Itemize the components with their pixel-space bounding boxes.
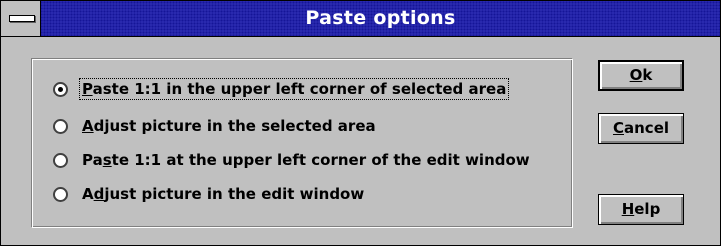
help-button[interactable]: Help [598,194,684,225]
system-menu-button[interactable] [1,1,41,36]
option-adjust-edit-window[interactable]: Adjust picture in the edit window [53,182,366,206]
ok-button[interactable]: Ok [598,60,684,91]
system-menu-icon [9,15,35,22]
option-paste-upper-left-edit-window[interactable]: Paste 1:1 at the upper left corner of th… [53,148,532,172]
option-label: Paste 1:1 in the upper left corner of se… [78,78,510,100]
radio-adjust-selected-area[interactable] [53,118,68,134]
paste-options-dialog: Paste options Paste 1:1 in the upper lef… [0,0,721,246]
option-label: Adjust picture in the edit window [82,185,365,203]
option-adjust-selected-area[interactable]: Adjust picture in the selected area [53,114,378,138]
radio-adjust-edit-window[interactable] [53,186,68,202]
radio-paste-upper-left-edit-window[interactable] [53,152,68,168]
title-bar[interactable]: Paste options [1,1,720,37]
option-paste-upper-left-selected[interactable]: Paste 1:1 in the upper left corner of se… [53,77,510,101]
dialog-title: Paste options [305,7,456,29]
radio-paste-upper-left-selected[interactable] [53,81,68,97]
option-label: Adjust picture in the selected area [82,117,376,135]
cancel-button[interactable]: Cancel [598,113,684,144]
option-label: Paste 1:1 at the upper left corner of th… [82,151,530,169]
